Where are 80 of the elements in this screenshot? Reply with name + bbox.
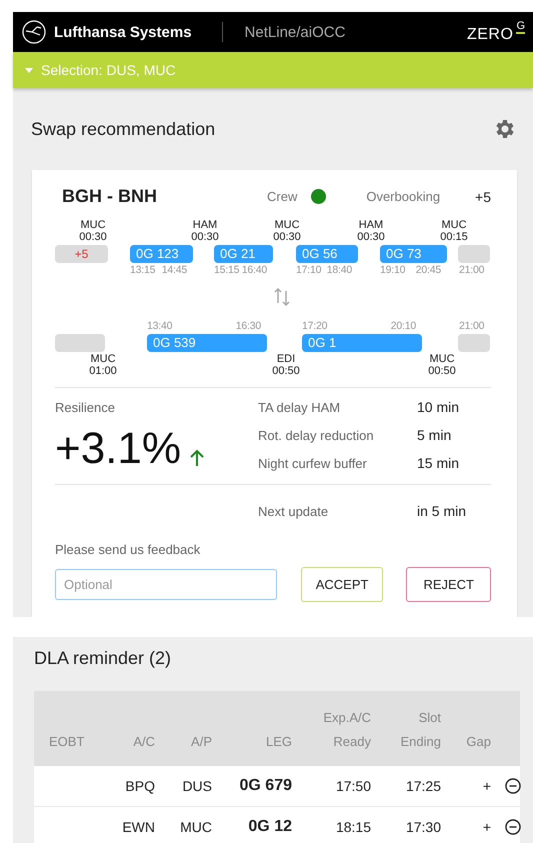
station-label: EDI 00:50 — [272, 353, 300, 377]
flight-bar[interactable]: 0G 56 — [296, 245, 358, 263]
flight-bar[interactable]: 0G 123 — [130, 245, 193, 263]
departure-time: 13:15 — [130, 264, 156, 276]
metric-value: 5 min — [417, 427, 452, 443]
panel-title: Swap recommendation — [31, 118, 216, 140]
table-cell-text: MUC — [179, 819, 212, 835]
selection-toggle[interactable]: Selection: DUS, MUC — [25, 62, 176, 78]
arrival-time: 18:40 — [326, 264, 352, 276]
column-header: Exp.A/C Ready — [322, 709, 371, 751]
column-header: A/P — [190, 733, 212, 751]
flight-bar[interactable]: 0G 21 — [214, 245, 273, 263]
logo-text: ZERO — [466, 26, 514, 44]
overbooking-value: +5 — [475, 188, 491, 204]
departure-time: 15:15 — [214, 264, 240, 276]
rotation-end-bar — [458, 245, 490, 263]
departure-time: 17:20 — [302, 320, 328, 332]
arrival-time: 16:40 — [242, 264, 267, 276]
accept-button[interactable]: ACCEPT — [300, 567, 384, 602]
station-label: MUC 01:00 — [89, 353, 117, 377]
metric-value: 10 min — [417, 399, 460, 415]
table-cell-text: DUS — [181, 778, 212, 794]
arrival-time: 14:45 — [162, 264, 187, 276]
table-cell-text: 17:30 — [404, 819, 441, 835]
table-cell-text: 0G 679 — [238, 777, 292, 795]
station-label: MUC 00:15 — [440, 219, 468, 243]
table-cell-text: 18:15 — [334, 819, 371, 835]
metric-label: Night curfew buffer — [258, 456, 368, 470]
route-title: BGH - BNH — [62, 186, 158, 207]
panel-title: DLA reminder (2) — [34, 647, 172, 670]
overbooking-label: Overbooking — [366, 189, 440, 204]
rotation-end-bar — [458, 334, 490, 352]
station-label: MUC 00:50 — [428, 353, 456, 377]
table-cell-text: BPQ — [124, 778, 155, 794]
station-label: MUC 00:30 — [273, 219, 301, 243]
end-time: 21:00 — [459, 320, 484, 332]
caret-icon — [25, 68, 33, 72]
metric-label: Rot. delay reduction — [258, 428, 375, 442]
rotation-start-bar — [55, 334, 105, 352]
metric-label: TA delay HAM — [258, 400, 342, 414]
column-header: Slot Ending — [400, 709, 441, 751]
table-cell-text: 17:50 — [334, 778, 371, 794]
column-header: LEG — [264, 733, 292, 751]
flight-bar[interactable]: 0G 73 — [380, 245, 447, 263]
departure-time: 13:40 — [147, 320, 172, 332]
column-header: A/C — [132, 733, 155, 751]
metric-value: 15 min — [417, 455, 460, 471]
table-cell-text: 0G 12 — [247, 818, 292, 836]
flight-bar[interactable]: 0G 1 — [302, 334, 422, 352]
table-cell-text: + — [482, 778, 491, 794]
delay-badge: +5 — [55, 245, 108, 263]
table-cell-text: EWN — [121, 819, 155, 835]
crew-label: Crew — [267, 189, 298, 204]
station-label: HAM 00:30 — [357, 219, 385, 243]
departure-time: 17:10 — [296, 264, 322, 276]
remove-icon[interactable] — [505, 819, 521, 835]
remove-icon[interactable] — [505, 778, 521, 794]
column-header: Gap — [465, 733, 491, 751]
arrival-time: 16:30 — [236, 320, 261, 332]
reject-button[interactable]: REJECT — [406, 567, 491, 602]
departure-time: 19:10 — [380, 264, 406, 276]
table-cell-text: 17:25 — [404, 778, 441, 794]
next-update-value: in 5 min — [417, 503, 468, 519]
station-label: MUC 00:30 — [79, 219, 107, 243]
column-header: EOBT — [49, 733, 86, 751]
table-cell-text: + — [482, 819, 491, 835]
logo-mark: G — [516, 20, 525, 34]
resilience-value: +3.1% — [55, 427, 181, 471]
station-label: HAM 00:30 — [191, 219, 219, 243]
product-name: NetLine/aiOCC — [244, 24, 346, 40]
arrival-time: 20:10 — [390, 320, 416, 332]
next-update-label: Next update — [258, 504, 330, 518]
end-time: 21:00 — [459, 264, 484, 276]
feedback-label: Please send us feedback — [55, 542, 200, 557]
arrival-time: 20:45 — [416, 264, 441, 276]
feedback-field[interactable]: Optional — [55, 569, 277, 600]
resilience-label: Resilience — [55, 400, 116, 414]
brand-name: Lufthansa Systems — [54, 24, 192, 40]
flight-bar[interactable]: 0G 539 — [147, 334, 267, 352]
arrow-up-icon — [188, 449, 205, 467]
